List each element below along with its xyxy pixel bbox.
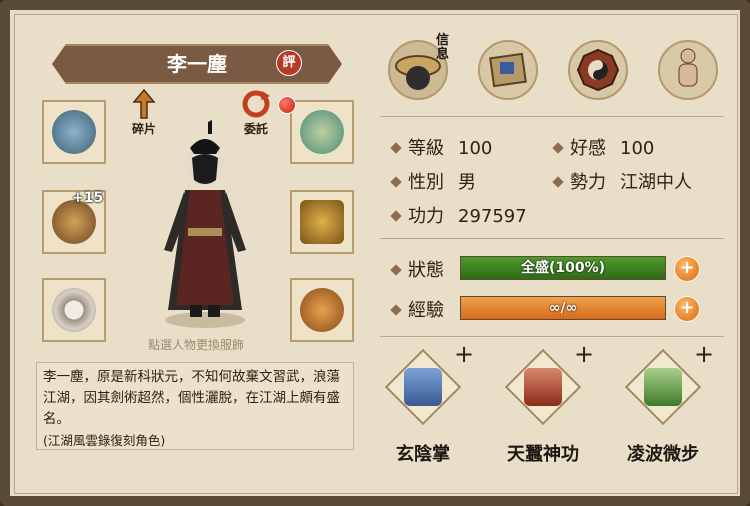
silver-ring-icon	[52, 288, 96, 332]
favor-value: 100	[620, 138, 655, 159]
tab-meridian[interactable]	[658, 40, 718, 100]
favor-label: 好感	[570, 138, 606, 159]
level-value: 100	[458, 138, 493, 159]
review-badge[interactable]: 評	[276, 50, 302, 76]
skill-1-upgrade-button[interactable]: +	[454, 340, 474, 368]
power-label: 功力	[408, 206, 444, 227]
diamond-bullet-icon	[552, 176, 564, 188]
equip-slot-right-2[interactable]	[290, 190, 354, 254]
character-description-box: 李一塵，原是新科狀元，不知何故棄文習武，浪蕩江湖，因其劍術超然，個性灑脫，在江湖…	[36, 362, 354, 450]
stat-power: 功力 297597	[390, 202, 527, 228]
diamond-bullet-icon	[390, 264, 402, 276]
bars-divider	[380, 336, 724, 337]
stat-gender: 性別男	[390, 168, 476, 194]
status-bar: 全盛(100%)	[460, 256, 666, 280]
scroll-red-icon	[524, 368, 562, 406]
skill-3-name: 凌波微步	[627, 444, 699, 465]
tab-map[interactable]	[478, 40, 538, 100]
fragment-arrows-icon	[132, 88, 156, 119]
exp-row-label: 經驗	[390, 296, 444, 322]
gender-value: 男	[458, 172, 476, 193]
character-figure[interactable]	[150, 120, 260, 330]
diamond-bullet-icon	[390, 304, 402, 316]
equip-slot-right-3[interactable]	[290, 278, 354, 342]
skill-3-upgrade-button[interactable]: +	[694, 340, 714, 368]
gourd-icon	[300, 288, 344, 332]
status-row-label: 狀態	[390, 256, 444, 282]
jade-belt-icon	[52, 110, 96, 154]
exp-bar: ∞/∞	[460, 296, 666, 320]
tabs-divider	[380, 116, 724, 117]
scroll-blue-icon	[404, 368, 442, 406]
power-value: 297597	[458, 206, 527, 227]
teal-sash-icon	[300, 110, 344, 154]
notification-dot	[278, 96, 296, 114]
status-label: 狀態	[408, 260, 444, 281]
bagua-icon	[576, 48, 620, 92]
stat-level: 等級 100	[390, 134, 493, 160]
stats-divider	[380, 238, 724, 239]
tab-bagua[interactable]	[568, 40, 628, 100]
skill-2-name: 天蠶神功	[507, 444, 579, 465]
bracelet-bonus: +15	[72, 190, 104, 206]
diamond-bullet-icon	[552, 142, 564, 154]
bead-bracelet-icon	[52, 200, 96, 244]
level-label: 等級	[408, 138, 444, 159]
exp-bar-text: ∞/∞	[548, 300, 578, 316]
golden-robe-icon	[300, 200, 344, 244]
exp-label: 經驗	[408, 300, 444, 321]
skill-1-name: 玄陰掌	[396, 444, 450, 465]
exp-plus-button[interactable]: +	[674, 296, 700, 322]
scroll-green-icon	[644, 368, 682, 406]
body-meridian-icon	[678, 48, 698, 87]
change-outfit-hint: 點選人物更換服飾	[147, 338, 244, 352]
equip-slot-right-1[interactable]	[290, 100, 354, 164]
entrust-cycle-icon	[242, 90, 270, 118]
diamond-bullet-icon	[390, 142, 402, 154]
tab-info-label: 信息	[436, 33, 450, 62]
diamond-bullet-icon	[390, 210, 402, 222]
status-plus-button[interactable]: +	[674, 256, 700, 282]
character-description: 李一塵，原是新科狀元，不知何故棄文習武，浪蕩江湖，因其劍術超然，個性灑脫，在江湖…	[43, 369, 340, 427]
scroll-map-icon	[489, 52, 527, 88]
skill-2-upgrade-button[interactable]: +	[574, 340, 594, 368]
equip-slot-left-3[interactable]	[42, 278, 106, 342]
faction-label: 勢力	[570, 172, 606, 193]
diamond-bullet-icon	[390, 176, 402, 188]
stat-faction: 勢力 江湖中人	[552, 168, 692, 194]
gender-label: 性別	[408, 172, 444, 193]
equip-slot-left-1[interactable]	[42, 100, 106, 164]
character-note: (江湖風雲錄復刻角色)	[43, 433, 166, 448]
stat-favor: 好感 100	[552, 134, 655, 160]
status-bar-text: 全盛(100%)	[520, 260, 606, 276]
faction-value: 江湖中人	[620, 172, 692, 193]
